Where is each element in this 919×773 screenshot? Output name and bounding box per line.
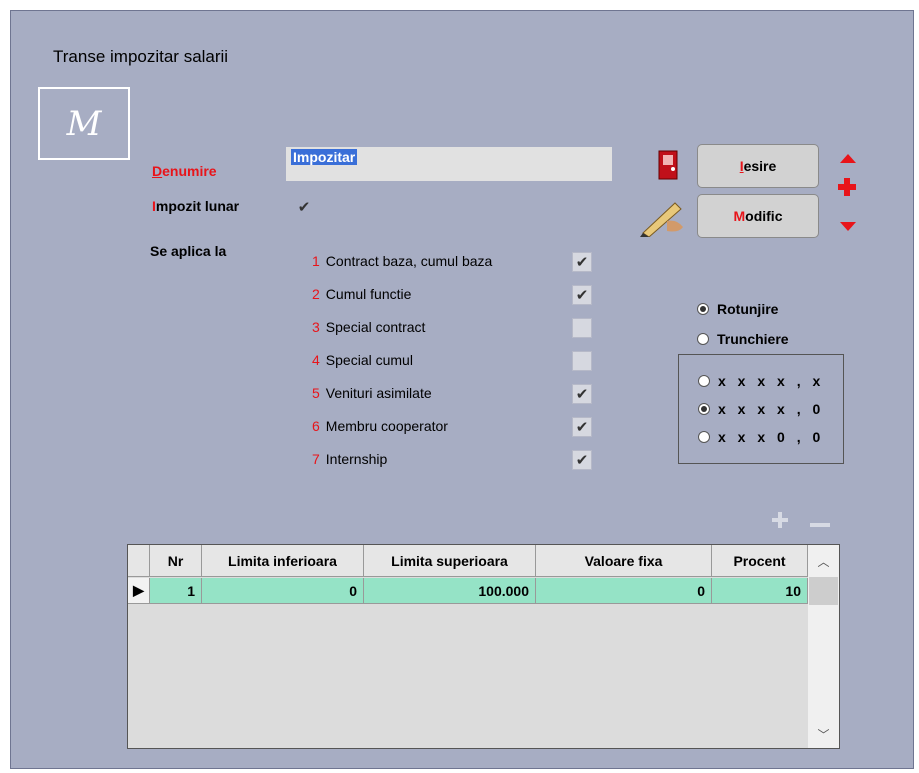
cell-limita-inferioara[interactable]: 0 bbox=[202, 578, 364, 604]
applies-item-label: Membru cooperator bbox=[325, 418, 448, 434]
move-down-icon[interactable] bbox=[840, 219, 856, 231]
applies-checkbox[interactable]: ✔ bbox=[572, 450, 592, 470]
tax-brackets-table[interactable]: Nr Limita inferioara Limita superioara V… bbox=[127, 544, 840, 749]
door-icon bbox=[657, 150, 679, 180]
impozit-lunar-label: Impozit lunar bbox=[152, 198, 240, 214]
radio-format-2[interactable]: x x x x , 0 bbox=[698, 401, 824, 417]
grid-remove-icon[interactable] bbox=[810, 516, 830, 527]
applies-item-number: 1 bbox=[312, 253, 320, 269]
applies-checkbox[interactable]: ✔ bbox=[572, 384, 592, 404]
applies-checkbox[interactable]: ✔ bbox=[572, 252, 592, 272]
cell-valoare-fixa[interactable]: 0 bbox=[536, 578, 712, 604]
applies-item-number: 5 bbox=[312, 385, 320, 401]
col-valoare-fixa[interactable]: Valoare fixa bbox=[536, 545, 712, 577]
scroll-thumb[interactable] bbox=[809, 577, 838, 605]
row-selector-header bbox=[128, 545, 150, 577]
impozit-lunar-checkbox[interactable]: ✔ bbox=[294, 197, 314, 217]
row-pointer-icon: ▶ bbox=[128, 578, 150, 604]
denumire-label: Denumire bbox=[152, 163, 217, 179]
applies-item-number: 6 bbox=[312, 418, 320, 434]
cell-limita-superioara[interactable]: 100.000 bbox=[364, 578, 536, 604]
format-group: x x x x , x x x x x , 0 x x x 0 , 0 bbox=[678, 354, 844, 464]
applies-item-number: 3 bbox=[312, 319, 320, 335]
applies-checkbox[interactable]: ✔ bbox=[572, 417, 592, 437]
applies-item-number: 4 bbox=[312, 352, 320, 368]
denumire-input[interactable]: Impozitar bbox=[286, 147, 612, 181]
applies-item: 3 Special contract bbox=[312, 319, 425, 335]
grid-add-icon[interactable] bbox=[771, 511, 789, 529]
applies-item-label: Cumul functie bbox=[325, 286, 412, 302]
applies-checkbox[interactable]: ✔ bbox=[572, 285, 592, 305]
scroll-up-icon[interactable]: ︿ bbox=[808, 545, 839, 577]
applies-item: 2 Cumul functie bbox=[312, 286, 411, 302]
applies-item-label: Internship bbox=[325, 451, 388, 467]
applies-item: 4 Special cumul bbox=[312, 352, 413, 368]
applies-checkbox[interactable] bbox=[572, 351, 592, 371]
radio-rotunjire[interactable]: Rotunjire bbox=[697, 301, 778, 317]
pencil-icon bbox=[637, 197, 687, 238]
col-procent[interactable]: Procent bbox=[712, 545, 808, 577]
app-logo: M bbox=[38, 87, 130, 160]
applies-item-number: 7 bbox=[312, 451, 320, 467]
add-icon[interactable] bbox=[838, 178, 856, 196]
window-title: Transe impozitar salarii bbox=[53, 47, 229, 66]
applies-item-label: Contract baza, cumul baza bbox=[325, 253, 493, 269]
se-aplica-label: Se aplica la bbox=[150, 243, 227, 259]
applies-item-number: 2 bbox=[312, 286, 320, 302]
move-up-icon[interactable] bbox=[840, 151, 856, 163]
radio-format-1[interactable]: x x x x , x bbox=[698, 373, 824, 389]
scroll-down-icon[interactable]: ﹀ bbox=[808, 720, 839, 748]
cell-nr[interactable]: 1 bbox=[150, 578, 202, 604]
modific-button[interactable]: Modific bbox=[697, 194, 819, 238]
radio-trunchiere[interactable]: Trunchiere bbox=[697, 331, 789, 347]
applies-item-label: Special contract bbox=[325, 319, 426, 335]
iesire-button[interactable]: Iesire bbox=[697, 144, 819, 188]
col-nr[interactable]: Nr bbox=[150, 545, 202, 577]
applies-item: 5 Venituri asimilate bbox=[312, 385, 432, 401]
applies-checkbox[interactable] bbox=[572, 318, 592, 338]
applies-item: 1 Contract baza, cumul baza bbox=[312, 253, 492, 269]
applies-item: 6 Membru cooperator bbox=[312, 418, 448, 434]
cell-procent[interactable]: 10 bbox=[712, 578, 808, 604]
applies-item-label: Special cumul bbox=[325, 352, 413, 368]
applies-item: 7 Internship bbox=[312, 451, 387, 467]
vertical-scrollbar[interactable]: ︿ ﹀ bbox=[808, 545, 839, 748]
dialog-window: Transe impozitar salarii M Denumire Impo… bbox=[10, 10, 914, 769]
applies-item-label: Venituri asimilate bbox=[325, 385, 432, 401]
radio-format-3[interactable]: x x x 0 , 0 bbox=[698, 429, 824, 445]
col-limita-inferioara[interactable]: Limita inferioara bbox=[202, 545, 364, 577]
col-limita-superioara[interactable]: Limita superioara bbox=[364, 545, 536, 577]
